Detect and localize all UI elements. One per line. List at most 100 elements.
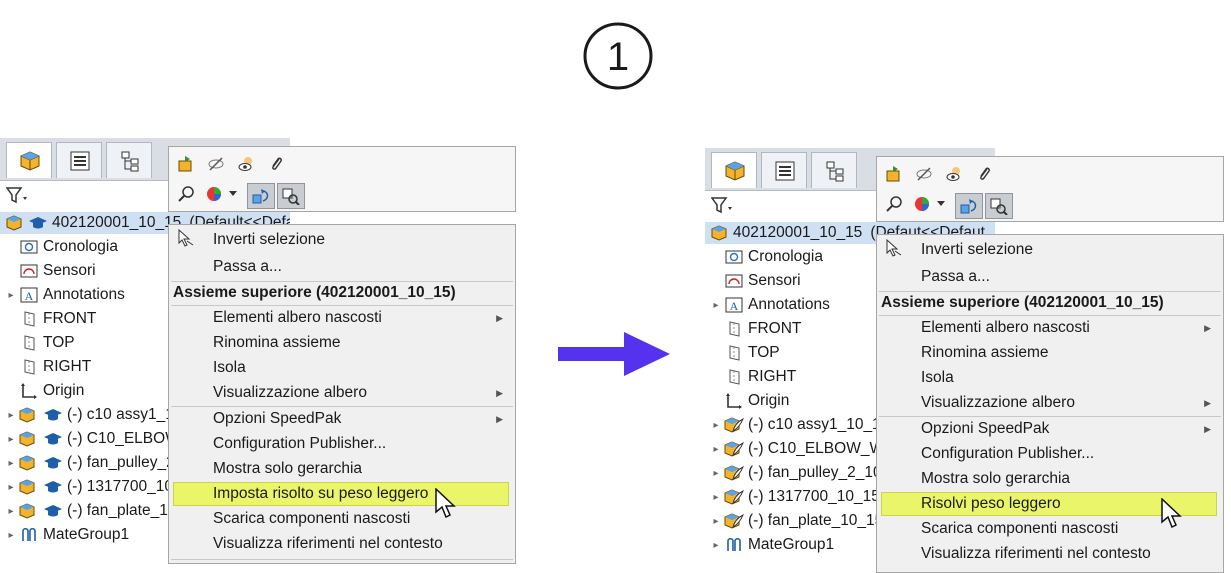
menu-tree-display[interactable]: Visualizzazione albero ▶ (877, 391, 1223, 415)
expand-arrow-icon[interactable]: ▸ (709, 492, 723, 503)
menu-invert-selection[interactable]: Inverti selezione (169, 228, 515, 252)
isolate-icon[interactable] (247, 183, 275, 209)
plane-icon (18, 334, 40, 352)
tab-feature-manager[interactable] (711, 152, 757, 188)
expand-arrow-icon[interactable]: ▸ (4, 290, 18, 301)
expand-arrow-icon[interactable]: ▸ (4, 482, 18, 493)
tab-property-manager[interactable] (761, 152, 807, 188)
tree-item-label: (-) fan_plate_1 (67, 502, 168, 519)
component-config-icon[interactable] (277, 183, 305, 209)
menu-invert-selection[interactable]: Inverti selezione (877, 238, 1223, 262)
filter-icon[interactable] (5, 186, 28, 208)
tree-item[interactable]: ▸ (-) 1317700_10_15 (709, 486, 879, 508)
menu-show-hierarchy[interactable]: Mostra solo gerarchia (877, 467, 1223, 491)
appearance-icon[interactable] (205, 183, 227, 205)
menu-hidden-tree-items[interactable]: Elementi albero nascosti ▶ (169, 306, 515, 330)
filter-icon[interactable] (710, 196, 733, 218)
menu-config-publisher[interactable]: Configuration Publisher... (169, 432, 515, 456)
expand-arrow-icon[interactable]: ▸ (4, 458, 18, 469)
menu-rename-assembly[interactable]: Rinomina assieme (169, 331, 515, 355)
zoom-to-selection-icon[interactable] (175, 183, 197, 205)
menu-show-references[interactable]: Visualizza riferimenti nel contesto (169, 532, 515, 556)
tab-property-manager[interactable] (56, 142, 102, 178)
appearance-dropdown-icon[interactable] (935, 193, 947, 215)
tree-item[interactable]: RIGHT (4, 356, 91, 378)
hide-icon[interactable] (913, 163, 935, 185)
expand-arrow-icon[interactable]: ▸ (709, 444, 723, 455)
tree-item[interactable]: ▸ (-) fan_pulley_2_10 (709, 462, 882, 484)
expand-arrow-icon[interactable]: ▸ (709, 420, 723, 431)
menu-rename-assembly[interactable]: Rinomina assieme (877, 341, 1223, 365)
menu-speedpak[interactable]: Opzioni SpeedPak ▶ (169, 407, 515, 431)
tab-configuration-manager[interactable] (811, 152, 857, 188)
tree-item[interactable]: ▸ (-) c10 assy1_10_15 (709, 414, 889, 436)
tree-item-label: (-) fan_pulley_2_10 (748, 464, 882, 481)
isolate-icon[interactable] (955, 193, 983, 219)
tree-item[interactable]: ▸ A Annotations (4, 284, 124, 306)
menu-speedpak[interactable]: Opzioni SpeedPak ▶ (877, 417, 1223, 441)
expand-arrow-icon[interactable]: ▸ (709, 540, 723, 551)
tree-item[interactable]: FRONT (4, 308, 96, 330)
tree-item[interactable]: Origin (709, 390, 789, 412)
tree-item[interactable]: ▸ (-) C10_ELBOW (4, 428, 179, 450)
mouse-cursor-icon (434, 487, 458, 525)
open-part-icon[interactable] (883, 163, 905, 185)
menu-show-references[interactable]: Visualizza riferimenti nel contesto (877, 542, 1223, 566)
tree-item-label: (-) fan_plate_10_15 (748, 512, 884, 529)
expand-arrow-icon[interactable]: ▸ (709, 468, 723, 479)
tab-feature-manager[interactable] (6, 142, 52, 178)
tree-item[interactable]: ▸ (-) fan_pulley_2 (4, 452, 174, 474)
tree-item[interactable]: ▸ (-) C10_ELBOW_WA (709, 438, 893, 460)
tree-item[interactable]: ▸ (-) fan_plate_1 (4, 500, 168, 522)
appearance-icon[interactable] (913, 193, 935, 215)
lightweight-component-icon (723, 416, 745, 434)
tree-item[interactable]: ▸ A Annotations (709, 294, 829, 316)
menu-isolate[interactable]: Isola (877, 366, 1223, 390)
tree-item[interactable]: ▸ (-) fan_plate_10_15 (709, 510, 883, 532)
submenu-arrow-icon: ▶ (496, 387, 503, 398)
expand-arrow-icon[interactable]: ▸ (4, 530, 18, 541)
assembly-component-icon (18, 478, 40, 496)
feature-manager-icon (725, 161, 745, 181)
attach-icon[interactable] (265, 153, 287, 175)
tree-item[interactable]: TOP (4, 332, 75, 354)
zoom-to-selection-icon[interactable] (883, 193, 905, 215)
menu-goto[interactable]: Passa a... (877, 265, 1223, 289)
menu-set-lightweight[interactable]: Imposta risolto su peso leggero (169, 482, 515, 506)
expand-arrow-icon[interactable]: ▸ (4, 410, 18, 421)
attach-icon[interactable] (973, 163, 995, 185)
tree-item[interactable]: Origin (4, 380, 84, 402)
tab-configuration-manager[interactable] (106, 142, 152, 178)
tree-item[interactable]: FRONT (709, 318, 801, 340)
step-number-badge: 1 (582, 20, 654, 92)
tree-item[interactable]: ▸ (-) c10 assy1_1 (4, 404, 173, 426)
menu-tree-display[interactable]: Visualizzazione albero ▶ (169, 381, 515, 405)
expand-arrow-icon[interactable]: ▸ (4, 434, 18, 445)
expand-arrow-icon[interactable]: ▸ (709, 516, 723, 527)
tree-item[interactable]: Sensori (4, 260, 96, 282)
show-icon[interactable] (235, 153, 257, 175)
show-icon[interactable] (943, 163, 965, 185)
tree-item[interactable]: ▸ MateGroup1 (4, 524, 129, 546)
history-icon (18, 238, 40, 256)
hide-icon[interactable] (205, 153, 227, 175)
tree-item[interactable]: Sensori (709, 270, 801, 292)
appearance-dropdown-icon[interactable] (227, 183, 239, 205)
menu-config-publisher[interactable]: Configuration Publisher... (877, 442, 1223, 466)
menu-unload-hidden[interactable]: Scarica componenti nascosti (169, 507, 515, 531)
tree-item[interactable]: TOP (709, 342, 780, 364)
expand-arrow-icon[interactable]: ▸ (709, 300, 723, 311)
menu-show-hierarchy[interactable]: Mostra solo gerarchia (169, 457, 515, 481)
menu-hidden-tree-items[interactable]: Elementi albero nascosti ▶ (877, 316, 1223, 340)
tree-item[interactable]: ▸ (-) 1317700_10 (4, 476, 173, 498)
open-part-icon[interactable] (175, 153, 197, 175)
tree-item[interactable]: Cronologia (709, 246, 823, 268)
menu-goto[interactable]: Passa a... (169, 255, 515, 279)
expand-arrow-icon[interactable]: ▸ (4, 506, 18, 517)
submenu-arrow-icon: ▶ (1204, 397, 1211, 408)
tree-item[interactable]: Cronologia (4, 236, 118, 258)
menu-isolate[interactable]: Isola (169, 356, 515, 380)
tree-item[interactable]: ▸ MateGroup1 (709, 534, 834, 556)
component-config-icon[interactable] (985, 193, 1013, 219)
tree-item[interactable]: RIGHT (709, 366, 796, 388)
